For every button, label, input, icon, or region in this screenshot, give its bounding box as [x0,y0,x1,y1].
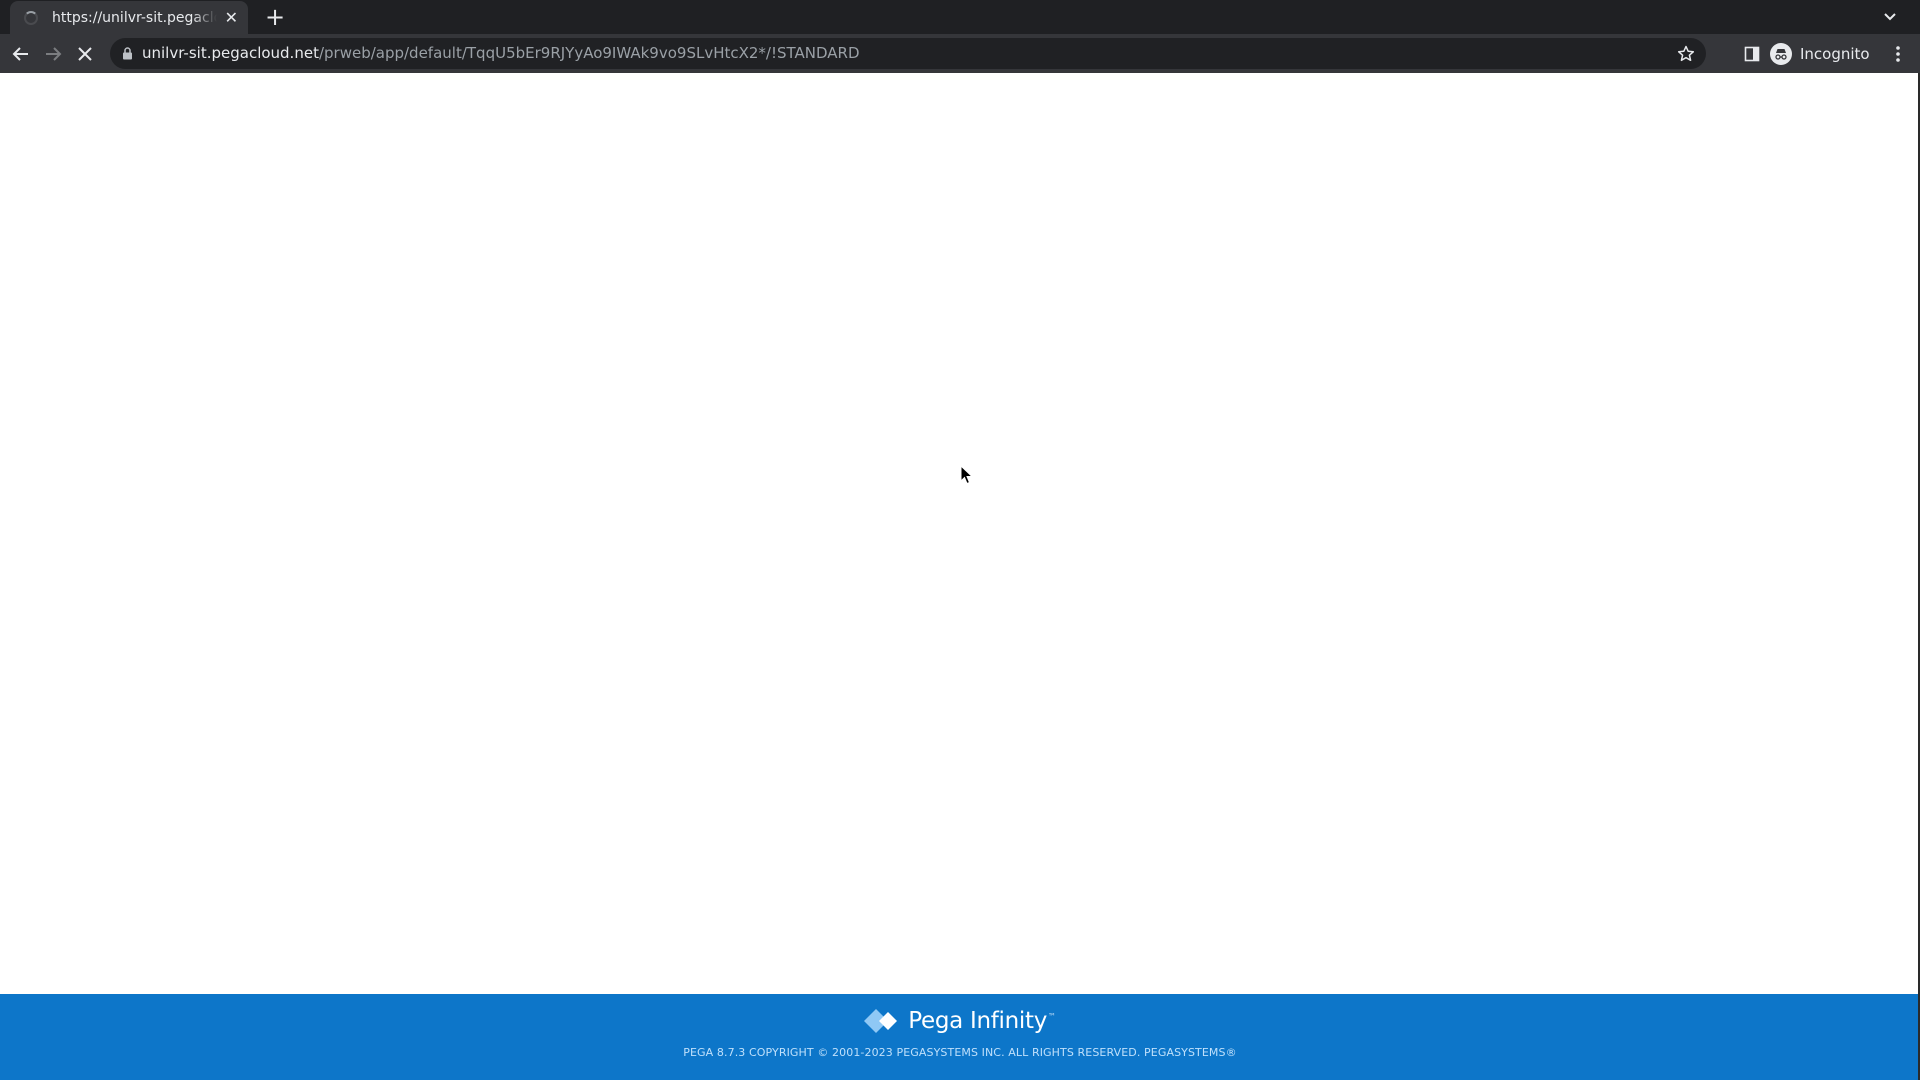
back-arrow-icon [12,47,28,61]
tab-strip: https://unilvr-sit.pegacloud.net/prweb/a… [0,0,1920,34]
browser-toolbar: unilvr-sit.pegacloud.net/prweb/app/defau… [0,34,1920,73]
forward-arrow-icon [46,47,62,61]
url-host: unilvr-sit.pegacloud.net [142,44,319,62]
url-text[interactable]: unilvr-sit.pegacloud.net/prweb/app/defau… [142,38,860,69]
pega-logo-icon [864,1009,898,1033]
loading-spinner-icon [24,10,38,25]
tab-search-chevron-icon[interactable] [1882,8,1898,24]
browser-window: https://unilvr-sit.pegacloud.net/prweb/a… [0,0,1920,1080]
blank-loading-area: Pega Infinity™ PEGA 8.7.3 COPYRIGHT © 20… [0,73,1920,1080]
browser-tab[interactable]: https://unilvr-sit.pegacloud.net/prweb/a… [10,1,248,34]
address-bar[interactable]: unilvr-sit.pegacloud.net/prweb/app/defau… [110,38,1706,69]
stop-x-icon [78,47,92,61]
incognito-profile-button[interactable]: Incognito [1770,40,1870,67]
incognito-label: Incognito [1800,44,1870,63]
mouse-cursor-icon [960,465,974,485]
browser-menu-button[interactable] [1886,42,1910,66]
url-path: /prweb/app/default/TqqU5bEr9RJYyAo9IWAk9… [318,44,860,62]
close-tab-icon[interactable]: ✕ [225,9,238,26]
brand-name: Pega Infinity™ [908,1008,1056,1034]
kebab-menu-icon [1896,46,1900,62]
side-panel-icon [1744,46,1760,62]
pega-brand: Pega Infinity™ [0,1006,1920,1036]
bookmark-star-icon[interactable] [1676,44,1696,64]
incognito-icon [1770,42,1792,65]
trademark-mark: ™ [1048,1012,1056,1022]
copyright-text: PEGA 8.7.3 COPYRIGHT © 2001-2023 PEGASYS… [683,1046,1237,1059]
back-button[interactable] [9,42,33,66]
page-content: Pega Infinity™ PEGA 8.7.3 COPYRIGHT © 20… [0,73,1920,1080]
tab-title: https://unilvr-sit.pegacloud.net/prweb/a… [52,9,217,26]
new-tab-button[interactable]: + [262,4,288,30]
forward-button[interactable] [41,42,65,66]
lock-icon[interactable] [122,47,133,60]
side-panel-button[interactable] [1740,42,1764,66]
pega-footer: Pega Infinity™ PEGA 8.7.3 COPYRIGHT © 20… [0,994,1920,1080]
stop-loading-button[interactable] [73,42,97,66]
